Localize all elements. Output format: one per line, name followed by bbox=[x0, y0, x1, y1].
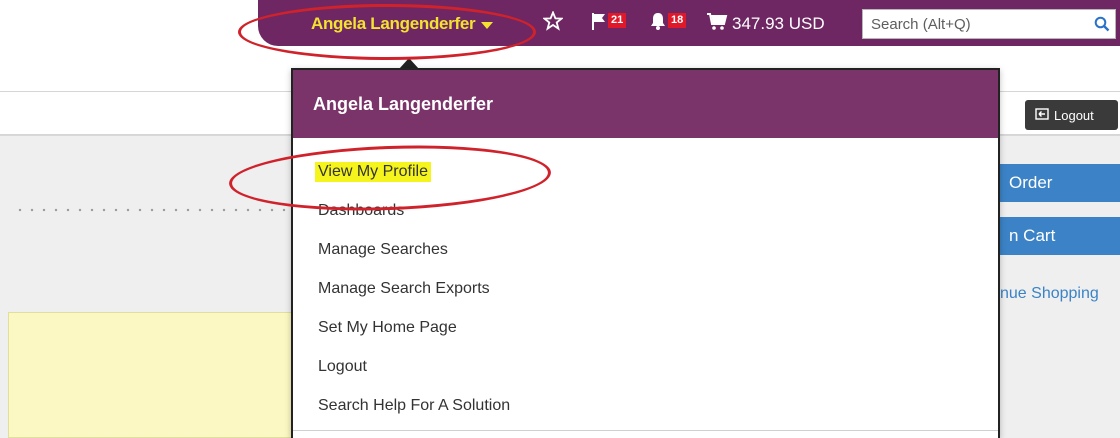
star-icon bbox=[541, 10, 565, 37]
view-cart-label: n Cart bbox=[1009, 226, 1056, 245]
flags-button[interactable]: 21 bbox=[591, 11, 627, 37]
menu-item-label: Set My Home Page bbox=[318, 318, 457, 336]
search-icon[interactable] bbox=[1089, 16, 1115, 32]
notifications-button[interactable]: 18 bbox=[649, 11, 687, 37]
cart-button[interactable]: 347.93 USD bbox=[706, 11, 825, 37]
menu-item-search-help[interactable]: Search Help For A Solution bbox=[293, 386, 998, 425]
notification-count-badge: 18 bbox=[668, 12, 687, 28]
dropdown-header: Angela Langenderfer bbox=[293, 70, 998, 138]
caret-down-icon bbox=[481, 21, 494, 29]
menu-item-label: Manage Search Exports bbox=[318, 279, 490, 297]
logout-button[interactable]: Logout bbox=[1025, 100, 1118, 130]
notice-panel bbox=[8, 312, 300, 438]
menu-item-manage-searches[interactable]: Manage Searches bbox=[293, 230, 998, 269]
menu-item-manage-search-exports[interactable]: Manage Search Exports bbox=[293, 269, 998, 308]
user-menu-button[interactable]: Angela Langenderfer bbox=[305, 11, 500, 37]
user-name-label: Angela Langenderfer bbox=[311, 14, 476, 33]
search-input[interactable] bbox=[863, 10, 1089, 38]
place-order-label: Order bbox=[1009, 173, 1053, 192]
bell-icon bbox=[649, 11, 667, 37]
menu-item-label: Manage Searches bbox=[318, 240, 448, 258]
logout-icon bbox=[1035, 107, 1049, 123]
menu-item-dashboards[interactable]: Dashboards bbox=[293, 191, 998, 230]
menu-item-view-profile[interactable]: View My Profile bbox=[293, 152, 998, 191]
dropdown-title: Angela Langenderfer bbox=[313, 93, 494, 114]
global-search bbox=[862, 9, 1116, 39]
menu-item-label: View My Profile bbox=[315, 161, 431, 182]
logout-button-label: Logout bbox=[1054, 107, 1094, 123]
dotted-divider bbox=[14, 208, 294, 212]
continue-shopping-link[interactable]: nue Shopping bbox=[1000, 285, 1120, 303]
dropdown-footer-divider bbox=[293, 430, 998, 438]
flag-icon bbox=[591, 11, 607, 37]
place-order-button[interactable]: Order bbox=[985, 164, 1120, 202]
dropdown-menu-list: View My Profile Dashboards Manage Search… bbox=[293, 138, 998, 425]
favorites-button[interactable] bbox=[541, 10, 565, 37]
cart-total: 347.93 USD bbox=[732, 14, 825, 33]
menu-item-logout[interactable]: Logout bbox=[293, 347, 998, 386]
user-dropdown-menu: Angela Langenderfer View My Profile Dash… bbox=[291, 68, 1000, 438]
menu-item-label: Logout bbox=[318, 357, 367, 375]
menu-item-label: Search Help For A Solution bbox=[318, 396, 511, 414]
view-cart-button[interactable]: n Cart bbox=[985, 217, 1120, 255]
menu-item-set-home-page[interactable]: Set My Home Page bbox=[293, 308, 998, 347]
menu-item-label: Dashboards bbox=[318, 201, 405, 219]
cart-icon bbox=[706, 11, 728, 37]
flag-count-badge: 21 bbox=[608, 12, 627, 28]
